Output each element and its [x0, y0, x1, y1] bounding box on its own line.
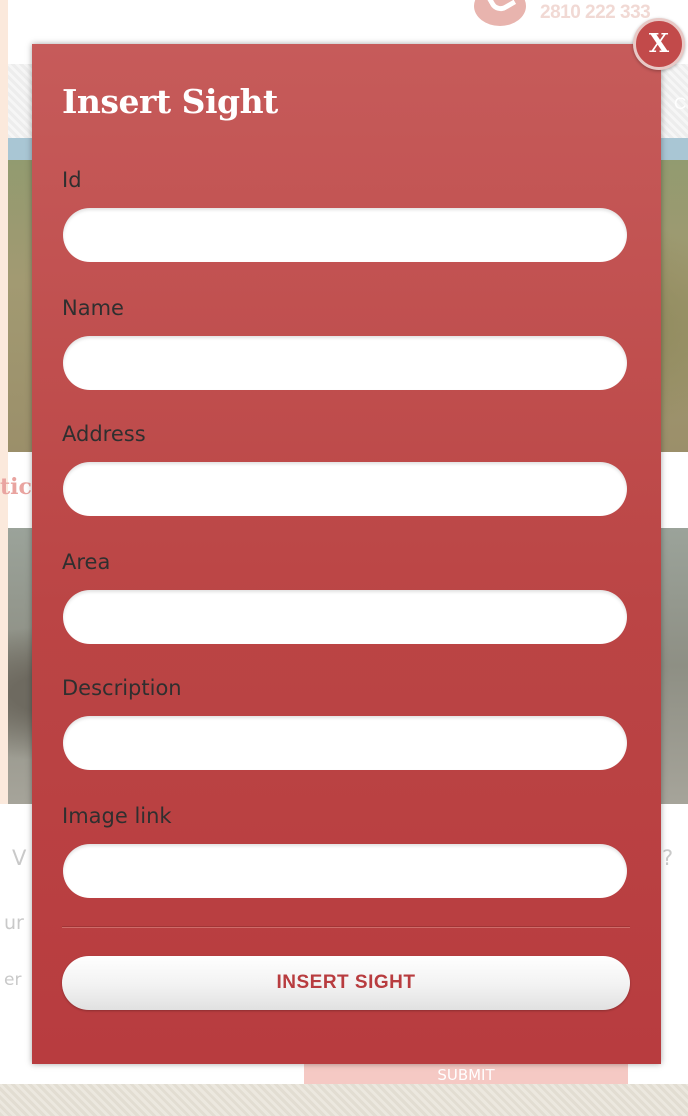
background-phone-number: 2810 222 333	[540, 2, 651, 23]
background-question-fragment: V	[12, 846, 27, 870]
address-label: Address	[62, 422, 146, 446]
modal-title: Insert Sight	[62, 82, 278, 121]
form-divider	[62, 926, 630, 928]
image-link-label: Image link	[62, 804, 172, 828]
background-section-heading-fragment: tic	[0, 474, 32, 500]
area-label: Area	[62, 550, 111, 574]
insert-sight-button[interactable]: INSERT SIGHT	[62, 956, 630, 1010]
description-label: Description	[62, 676, 182, 700]
close-button[interactable]: X	[633, 18, 685, 70]
background-field-fragment: ur	[4, 912, 24, 934]
background-field-fragment-2: er	[4, 970, 22, 990]
area-input[interactable]	[63, 590, 627, 644]
image-link-input[interactable]	[63, 844, 627, 898]
name-label: Name	[62, 296, 124, 320]
background-footer-strip	[0, 1084, 688, 1116]
id-input[interactable]	[63, 208, 627, 262]
address-input[interactable]	[63, 462, 627, 516]
description-input[interactable]	[63, 716, 627, 770]
close-icon: X	[648, 29, 670, 59]
id-label: Id	[62, 168, 82, 192]
background-question-end-fragment: ?	[662, 846, 674, 870]
background-nav-fragment: C	[674, 94, 687, 113]
phone-icon	[474, 0, 526, 26]
name-input[interactable]	[63, 336, 627, 390]
insert-sight-modal: Insert Sight Id Name Address Area Descri…	[32, 44, 661, 1064]
